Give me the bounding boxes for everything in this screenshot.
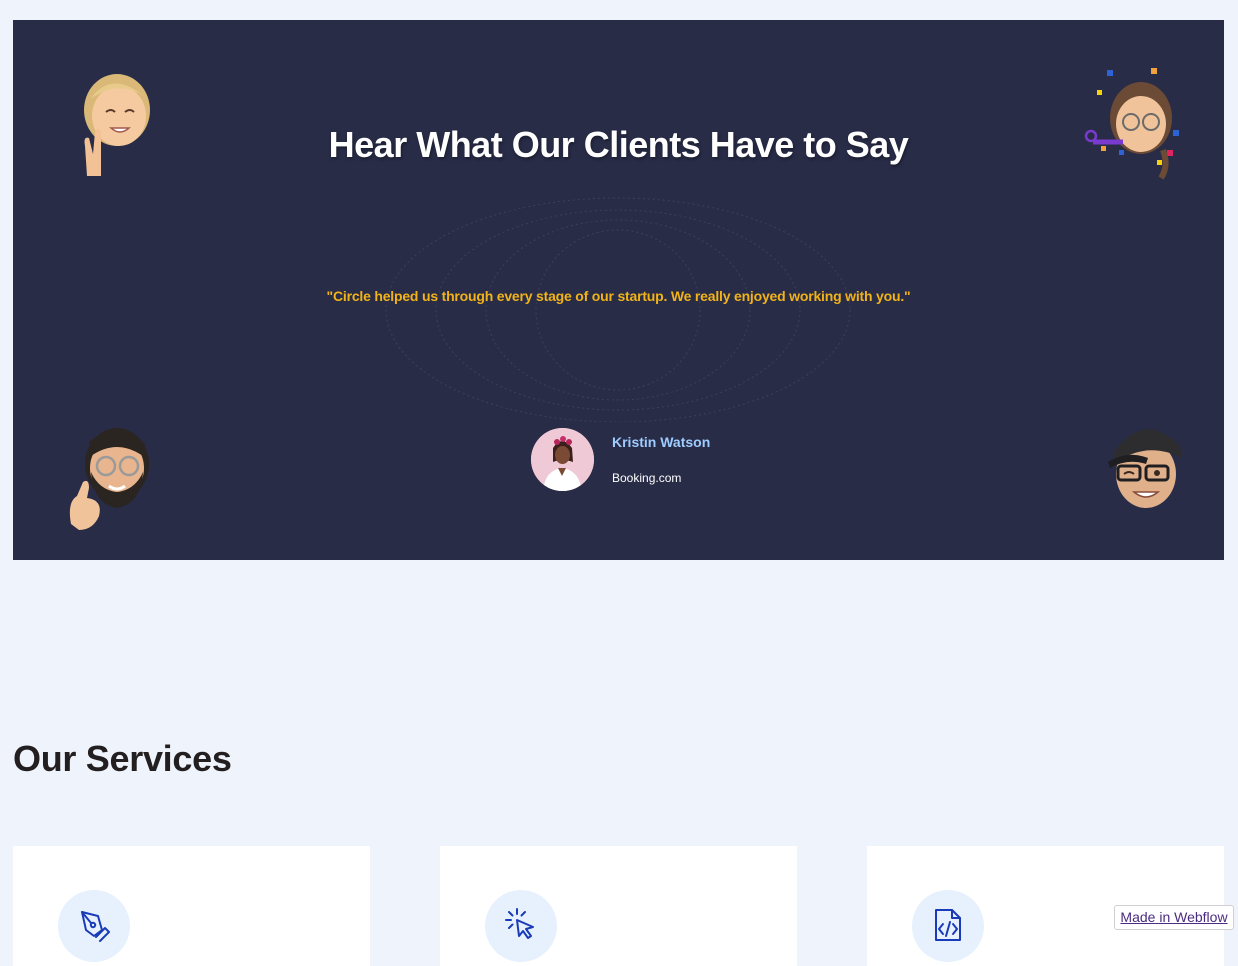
memoji-peace-sign-icon <box>61 58 161 178</box>
service-icon-wrapper <box>58 890 130 962</box>
memoji-thumbs-up-icon <box>53 412 153 532</box>
service-icon-wrapper <box>485 890 557 962</box>
service-card[interactable] <box>440 846 797 966</box>
code-file-icon <box>935 909 961 941</box>
memoji-party-icon <box>1063 60 1183 180</box>
author-name: Kristin Watson <box>612 434 711 450</box>
services-title: Our Services <box>13 738 232 779</box>
service-card[interactable] <box>13 846 370 966</box>
testimonial-author: Kristin Watson Booking.com <box>531 428 831 492</box>
cursor-click-icon <box>505 908 534 939</box>
memoji-wink-cap-icon <box>1088 412 1188 532</box>
made-in-webflow-badge[interactable]: Made in Webflow <box>1114 905 1234 930</box>
testimonials-section: Hear What Our Clients Have to Say "Circl… <box>13 20 1224 560</box>
author-avatar <box>531 428 594 491</box>
pen-tool-icon <box>81 911 110 942</box>
testimonial-quote: "Circle helped us through every stage of… <box>326 288 911 304</box>
author-company: Booking.com <box>612 471 682 485</box>
decorative-rings <box>385 197 851 422</box>
service-icon-wrapper <box>912 890 984 962</box>
testimonials-title: Hear What Our Clients Have to Say <box>328 124 909 165</box>
